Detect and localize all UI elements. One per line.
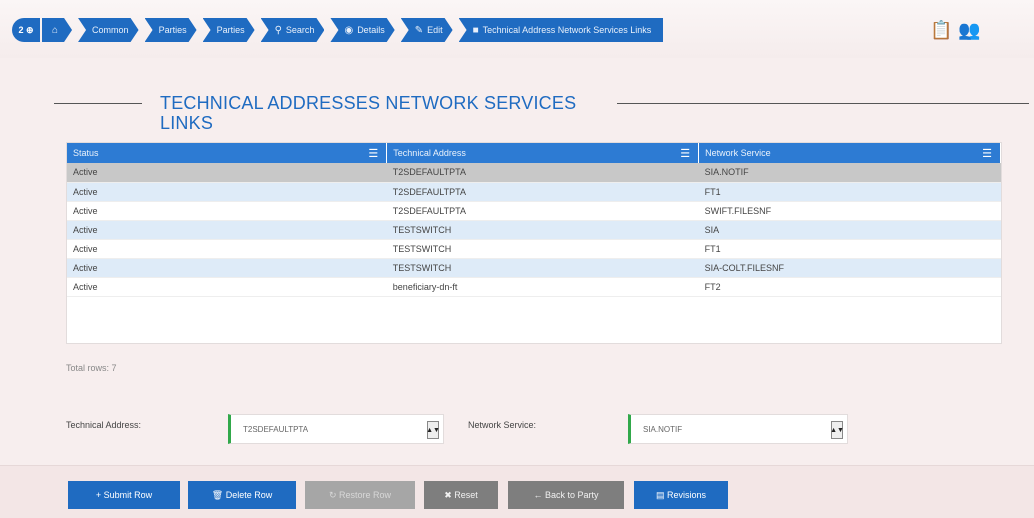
title-divider-right <box>617 103 1029 104</box>
cell-network-service: FT1 <box>698 239 1001 259</box>
user-settings-icon[interactable]: 👥 <box>958 20 980 41</box>
table-row[interactable]: Active T2SDEFAULTPTA SIA.NOTIF <box>67 163 1001 183</box>
breadcrumb-label: Parties <box>158 25 187 35</box>
submit-row-button[interactable]: + Submit Row <box>68 481 180 509</box>
bookmark-icon: ■ <box>472 24 479 36</box>
breadcrumb-label: Parties <box>216 25 245 35</box>
page-title: TECHNICAL ADDRESSES NETWORK SERVICES LIN… <box>160 93 600 133</box>
revisions-button[interactable]: ▤ Revisions <box>634 481 728 509</box>
cell-network-service: SIA <box>698 220 1001 240</box>
breadcrumb-label: Search <box>285 25 315 35</box>
reset-button[interactable]: ✖ Reset <box>424 481 498 509</box>
table-row[interactable]: Active T2SDEFAULTPTA SWIFT.FILESNF <box>67 201 1001 221</box>
cell-technical-address: TESTSWITCH <box>386 239 699 259</box>
breadcrumb-edit[interactable]: ✎ Edit <box>401 18 453 42</box>
column-header-network-service[interactable]: Network Service ☰ <box>698 143 1001 163</box>
chevron-down-icon[interactable]: ▲▼ <box>830 421 844 439</box>
links-table: Status ☰ Technical Address ☰ Network Ser… <box>66 142 1002 344</box>
network-service-label: Network Service: <box>468 420 537 430</box>
restore-row-button: ↻ Restore Row <box>305 481 415 509</box>
table-row[interactable]: Active TESTSWITCH SIA <box>67 220 1001 240</box>
eye-icon: ◉ <box>344 24 354 36</box>
cell-technical-address: T2SDEFAULTPTA <box>386 201 699 221</box>
breadcrumb-label: Common <box>92 25 129 35</box>
cell-technical-address: T2SDEFAULTPTA <box>386 163 699 183</box>
cell-status: Active <box>67 182 387 202</box>
breadcrumb: 2 ⊕ ⌂ Common Parties Parties ⚲ Search ◉ … <box>12 18 669 42</box>
page-title-line1: TECHNICAL ADDRESSES NETWORK SERVICES <box>160 93 577 113</box>
column-header-status[interactable]: Status ☰ <box>67 143 388 163</box>
table-row[interactable]: Active TESTSWITCH FT1 <box>67 239 1001 259</box>
breadcrumb-home[interactable]: ⌂ <box>42 18 72 42</box>
session-badge[interactable]: 2 ⊕ <box>12 18 40 42</box>
cell-network-service: FT2 <box>698 277 1001 297</box>
cell-network-service: SIA-COLT.FILESNF <box>698 258 1001 278</box>
cell-status: Active <box>67 163 387 183</box>
edit-icon: ✎ <box>414 24 424 36</box>
page-title-line2: LINKS <box>160 113 214 133</box>
home-icon: ⌂ <box>52 24 59 36</box>
table-header-row: Status ☰ Technical Address ☰ Network Ser… <box>67 143 1001 163</box>
column-menu-icon[interactable]: ☰ <box>982 147 992 160</box>
column-menu-icon[interactable]: ☰ <box>680 147 690 160</box>
breadcrumb-label: Edit <box>427 25 443 35</box>
technical-address-value: T2SDEFAULTPTA <box>243 424 309 434</box>
back-to-party-button[interactable]: ← Back to Party <box>508 481 624 509</box>
search-icon: ⚲ <box>274 24 282 36</box>
table-row[interactable]: Active beneficiary-dn-ft FT2 <box>67 277 1001 297</box>
table-row[interactable]: Active TESTSWITCH SIA-COLT.FILESNF <box>67 258 1001 278</box>
cell-network-service: SWIFT.FILESNF <box>698 201 1001 221</box>
total-rows-text: Total rows: 7 <box>66 363 117 373</box>
column-header-technical-address[interactable]: Technical Address ☰ <box>386 143 700 163</box>
breadcrumb-search[interactable]: ⚲ Search <box>261 18 325 42</box>
breadcrumb-label: Technical Address Network Services Links <box>482 25 652 35</box>
table-row[interactable]: Active T2SDEFAULTPTA FT1 <box>67 182 1001 202</box>
breadcrumb-common[interactable]: Common <box>78 18 139 42</box>
cell-technical-address: beneficiary-dn-ft <box>386 277 699 297</box>
breadcrumb-parties-2[interactable]: Parties <box>203 18 255 42</box>
breadcrumb-details[interactable]: ◉ Details <box>330 18 394 42</box>
delete-row-button[interactable]: 🗑 Delete Row <box>188 481 296 509</box>
cell-technical-address: T2SDEFAULTPTA <box>386 182 699 202</box>
cell-status: Active <box>67 220 387 240</box>
breadcrumb-label: Details <box>357 25 385 35</box>
cell-status: Active <box>67 201 387 221</box>
cell-technical-address: TESTSWITCH <box>386 220 699 240</box>
cell-status: Active <box>67 258 387 278</box>
toolbar-icons: 📋 👥 <box>930 20 981 41</box>
technical-address-select[interactable]: T2SDEFAULTPTA ▲▼ <box>228 414 444 444</box>
chevron-down-icon[interactable]: ▲▼ <box>426 421 440 439</box>
column-menu-icon[interactable]: ☰ <box>368 147 378 160</box>
cell-status: Active <box>67 277 387 297</box>
breadcrumb-parties-1[interactable]: Parties <box>145 18 197 42</box>
cell-network-service: SIA.NOTIF <box>698 163 1001 183</box>
cell-technical-address: TESTSWITCH <box>386 258 699 278</box>
network-service-select[interactable]: SIA.NOTIF ▲▼ <box>628 414 848 444</box>
network-service-value: SIA.NOTIF <box>643 424 683 434</box>
cell-network-service: FT1 <box>698 182 1001 202</box>
clipboard-icon[interactable]: 📋 <box>930 20 952 41</box>
title-divider-left <box>54 103 142 104</box>
breadcrumb-current-page: ■ Technical Address Network Services Lin… <box>458 18 664 42</box>
technical-address-label: Technical Address: <box>66 420 142 430</box>
top-bar: 2 ⊕ ⌂ Common Parties Parties ⚲ Search ◉ … <box>0 0 1034 58</box>
cell-status: Active <box>67 239 387 259</box>
